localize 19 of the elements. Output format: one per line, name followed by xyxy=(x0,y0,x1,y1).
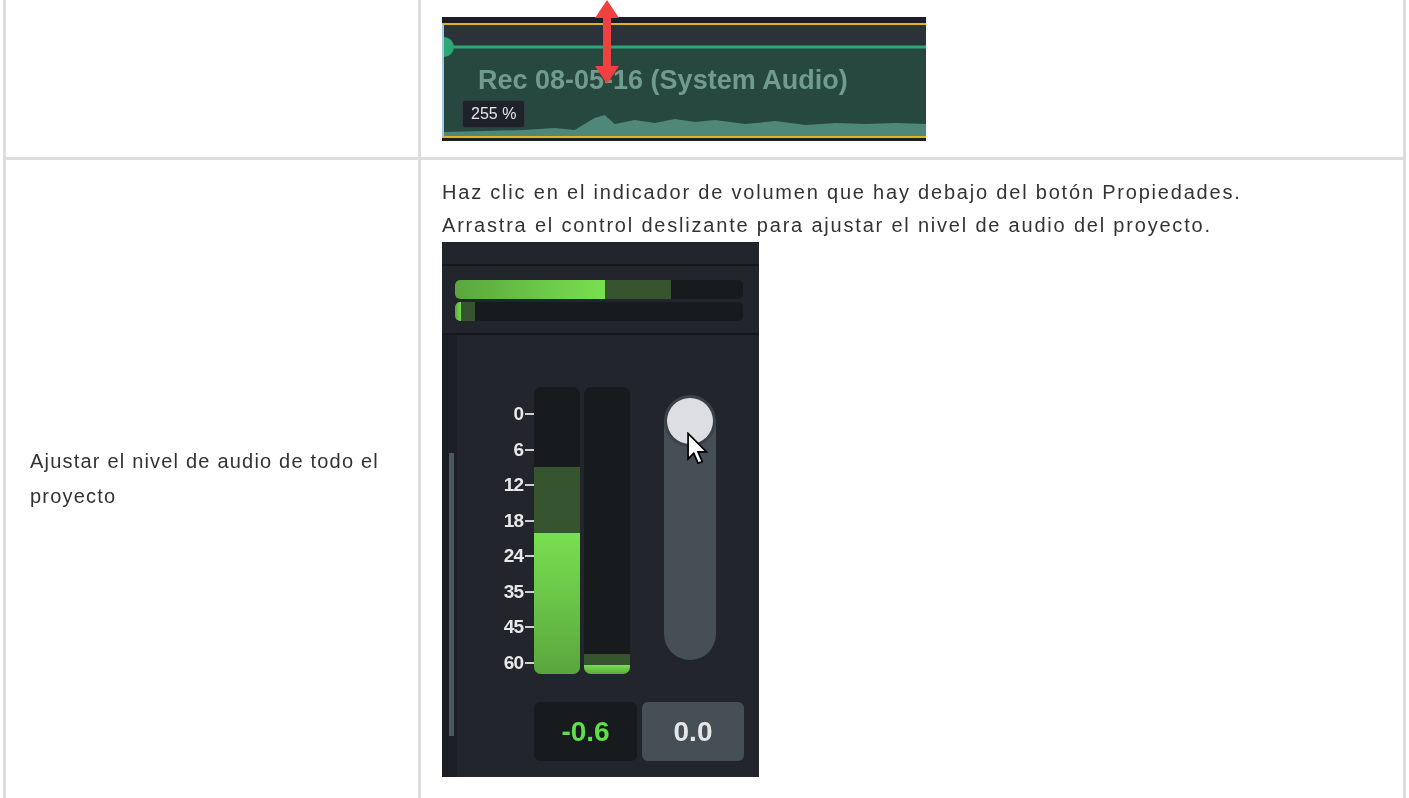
mouse-cursor-icon xyxy=(686,432,710,467)
scale-label: 35 xyxy=(503,580,523,603)
scale-label: 0 xyxy=(513,403,523,425)
scale-label: 24 xyxy=(503,545,523,568)
volume-line[interactable] xyxy=(444,37,926,57)
audio-clip[interactable]: Rec 08-05-16 (System Audio) 255 % xyxy=(442,17,926,141)
scale-label: 12 xyxy=(503,474,523,497)
clip-title: Rec 08-05-16 (System Audio) xyxy=(478,65,848,96)
row-label: Ajustar el nivel de audio de todo el proyecto xyxy=(30,449,380,509)
scale-label: 60 xyxy=(503,651,523,674)
instruction-text: Arrastra el control deslizante para ajustar el nivel de audio del proyecto. xyxy=(442,213,1213,238)
volume-tooltip: 255 % xyxy=(462,100,526,128)
scale-label: 45 xyxy=(503,616,523,639)
scale-label: 6 xyxy=(513,438,523,461)
scale-label: 18 xyxy=(503,509,523,532)
peak-reading: -0.6 xyxy=(534,702,637,761)
instruction-text: Haz clic en el indicador de volumen que hay debajo del botón Propiedades. xyxy=(442,180,1243,205)
volume-reading[interactable]: 0.0 xyxy=(642,702,744,761)
slider-thumb[interactable] xyxy=(667,398,713,445)
